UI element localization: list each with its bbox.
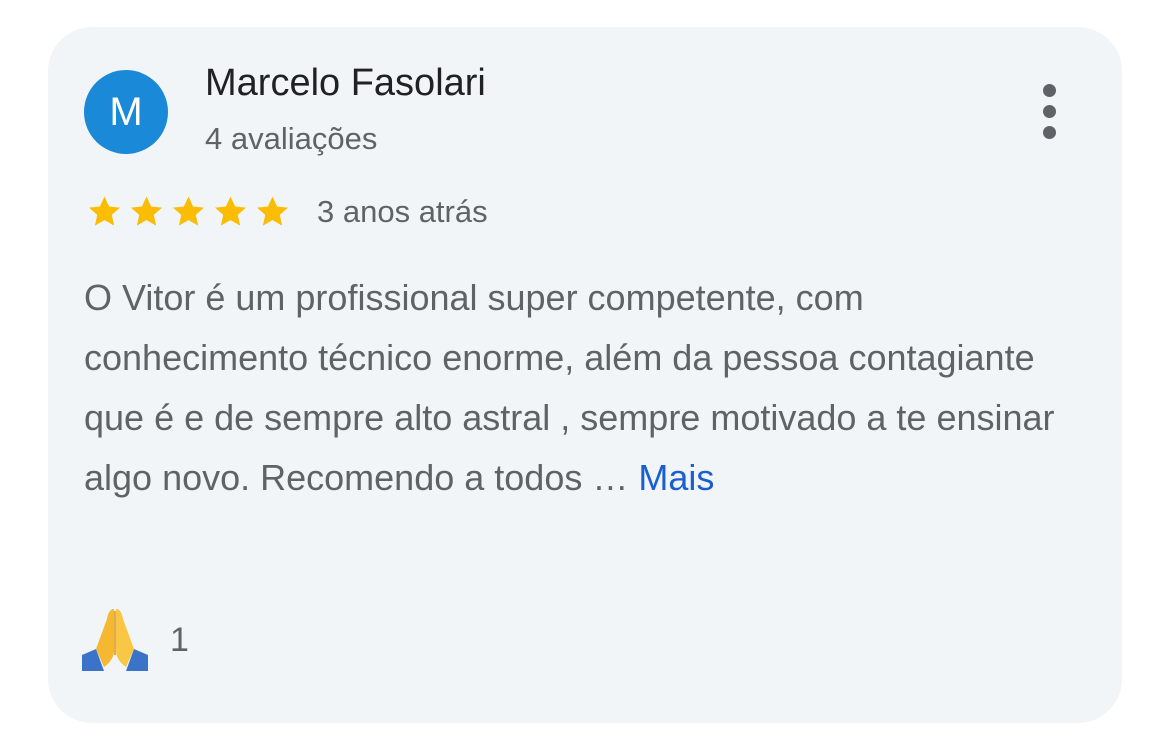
review-ellipsis: … (582, 457, 639, 498)
avatar-initial: M (109, 90, 143, 134)
star-icon (130, 196, 163, 226)
star-icon (172, 196, 205, 226)
more-options-button[interactable] (1030, 84, 1070, 140)
avatar[interactable]: M (84, 70, 168, 154)
more-link[interactable]: Mais (638, 457, 714, 498)
star-icon (256, 196, 289, 226)
reviewer-name[interactable]: Marcelo Fasolari (205, 62, 486, 105)
review-text: O Vitor é um profissional super competen… (84, 268, 1074, 508)
review-body: O Vitor é um profissional super competen… (84, 277, 1055, 498)
reaction-button[interactable]: 1 (80, 606, 189, 674)
star-icon (214, 196, 247, 226)
review-time: 3 anos atrás (317, 194, 488, 229)
reaction-count: 1 (170, 620, 189, 659)
star-rating (84, 193, 293, 231)
rating-row: 3 anos atrás (84, 192, 488, 232)
star-icon (88, 196, 121, 226)
reviewer-review-count: 4 avaliações (205, 121, 378, 156)
folded-hands-icon (80, 605, 150, 676)
